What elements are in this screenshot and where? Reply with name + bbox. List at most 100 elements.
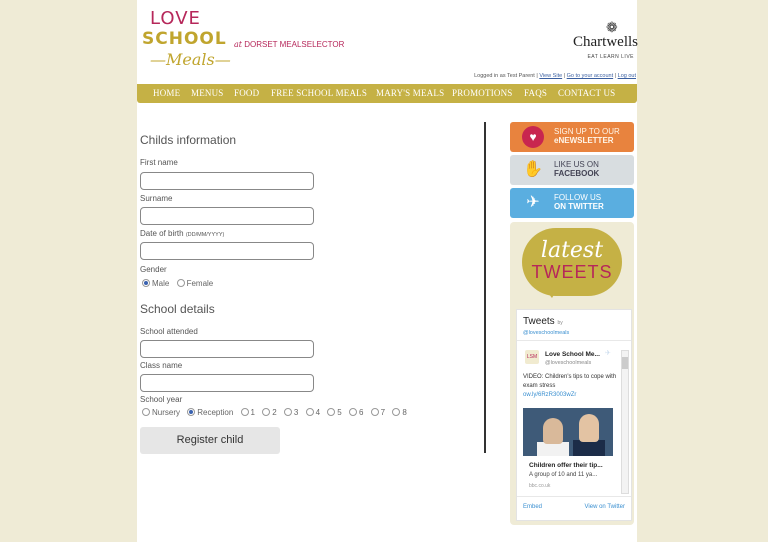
view-on-twitter-link[interactable]: View on Twitter: [585, 504, 625, 510]
at-prefix: at: [234, 40, 242, 49]
year-option-1[interactable]: 1: [240, 408, 255, 417]
logo-line-love: LOVE: [150, 8, 201, 29]
chartwells-tagline: EAT LEARN LIVE: [587, 54, 634, 60]
chartwells-name: Chartwells: [573, 34, 638, 50]
avatar[interactable]: LSM: [525, 350, 539, 364]
widget-divider: [517, 340, 631, 341]
your-account-link[interactable]: Go to your account: [567, 73, 613, 79]
speech-bubble-tail: [544, 288, 558, 298]
newsletter-line2: eNEWSLETTER: [554, 136, 614, 145]
radio-icon: [370, 408, 379, 416]
radio-icon: [240, 408, 249, 416]
school-attended-input[interactable]: [140, 340, 314, 358]
year-label: 2: [272, 408, 277, 417]
site-name-text: DORSET MEALSELECTOR: [244, 40, 345, 49]
twitter-text: FOLLOW US ON TWITTER: [554, 193, 604, 211]
child-info-heading: Childs information: [140, 133, 237, 147]
tweet-link[interactable]: ow.ly/6RzR3003wZr: [523, 392, 576, 398]
first-name-input[interactable]: [140, 172, 314, 190]
widget-title-text: Tweets: [523, 316, 555, 327]
radio-icon: [176, 279, 185, 287]
year-label: 7: [380, 408, 386, 417]
year-option-7[interactable]: 7: [370, 408, 386, 417]
nav-marys-meals[interactable]: MARY'S MEALS: [376, 88, 444, 98]
newsletter-signup-button[interactable]: ♥ SIGN UP TO OUR eNEWSLETTER: [510, 122, 634, 152]
log-out-link[interactable]: Log out: [618, 73, 636, 79]
image-figure-shape: [579, 414, 599, 442]
year-label: Reception: [197, 408, 234, 417]
thumbs-up-icon: ✋: [523, 161, 543, 178]
year-label: 8: [402, 408, 407, 417]
year-label: Nursery: [152, 408, 181, 417]
tweet-image[interactable]: [523, 408, 613, 456]
card-title[interactable]: Children offer their tip...: [529, 462, 603, 469]
school-attended-label: School attended: [140, 327, 198, 336]
year-option-2[interactable]: 2: [262, 408, 277, 417]
nav-promotions[interactable]: PROMOTIONS: [452, 88, 513, 98]
first-name-label: First name: [140, 158, 178, 167]
card-description: A group of 10 and 11 ya...: [529, 472, 598, 478]
card-source: bbc.co.uk: [529, 483, 551, 489]
tweet-author-handle[interactable]: @loveschoolmeals: [545, 360, 591, 366]
class-name-input[interactable]: [140, 374, 314, 392]
year-option-8[interactable]: 8: [392, 408, 407, 417]
year-option-6[interactable]: 6: [348, 408, 363, 417]
year-label: 5: [337, 408, 342, 417]
newsletter-text: SIGN UP TO OUR eNEWSLETTER: [554, 127, 620, 145]
facebook-text: LIKE US ON FACEBOOK: [554, 160, 599, 178]
account-links: Logged in as Test Parent | View Site | G…: [474, 73, 636, 79]
class-name-label: Class name: [140, 361, 183, 370]
year-option-5[interactable]: 5: [327, 408, 342, 417]
widget-scrollbar[interactable]: [621, 350, 629, 494]
radio-selected-icon: [142, 279, 150, 287]
tweet-text: VIDEO: Children's tips to cope with exam…: [523, 374, 617, 389]
main-nav: HOME MENUS FOOD FREE SCHOOL MEALS MARY'S…: [137, 84, 637, 103]
gender-female-label: Female: [186, 279, 214, 288]
radio-icon: [392, 408, 401, 416]
widget-footer-divider: [517, 496, 631, 497]
love-school-meals-logo[interactable]: LOVE SCHOOL —Meals—: [142, 8, 232, 72]
nav-menus[interactable]: MENUS: [191, 88, 224, 98]
nav-home[interactable]: HOME: [153, 88, 180, 98]
nav-faqs[interactable]: FAQS: [524, 88, 547, 98]
school-details-heading: School details: [140, 302, 215, 316]
year-option-reception[interactable]: Reception: [187, 408, 233, 417]
gender-option-male[interactable]: Male: [142, 279, 169, 288]
widget-handle-link[interactable]: @loveschoolmeals: [523, 330, 569, 336]
view-site-link[interactable]: View Site: [539, 73, 562, 79]
column-divider: [484, 122, 486, 453]
gender-male-label: Male: [152, 279, 170, 288]
year-option-nursery[interactable]: Nursery: [142, 408, 180, 417]
nav-contact-us[interactable]: CONTACT US: [558, 88, 615, 98]
gender-label: Gender: [140, 265, 167, 274]
gender-radio-group: Male Female: [142, 279, 218, 288]
year-label: 3: [293, 408, 299, 417]
twitter-follow-button[interactable]: ✈ FOLLOW US ON TWITTER: [510, 188, 634, 218]
nav-food[interactable]: FOOD: [234, 88, 259, 98]
surname-input[interactable]: [140, 207, 314, 225]
surname-label: Surname: [140, 194, 173, 203]
nav-free-school-meals[interactable]: FREE SCHOOL MEALS: [271, 88, 367, 98]
logo-line-school: SCHOOL: [142, 29, 227, 49]
twitter-line2: ON TWITTER: [554, 202, 604, 211]
dob-label-text: Date of birth: [140, 229, 184, 238]
year-option-4[interactable]: 4: [305, 408, 321, 417]
year-option-3[interactable]: 3: [283, 408, 299, 417]
dob-hint: (DD/MM/YYYY): [185, 232, 225, 238]
register-child-button[interactable]: Register child: [140, 427, 280, 454]
facebook-like-button[interactable]: ✋ LIKE US ON FACEBOOK: [510, 155, 634, 185]
logo-line-meals: —Meals—: [150, 50, 231, 69]
gender-option-female[interactable]: Female: [176, 279, 214, 288]
scrollbar-thumb[interactable]: [622, 357, 628, 369]
embed-link[interactable]: Embed: [523, 504, 542, 510]
site-name: at DORSET MEALSELECTOR: [234, 40, 344, 49]
twitter-line1: FOLLOW US: [554, 193, 602, 202]
facebook-line2: FACEBOOK: [554, 169, 600, 178]
tweet-author-name[interactable]: Love School Me...: [545, 351, 600, 358]
newsletter-line1: SIGN UP TO OUR: [554, 127, 620, 136]
image-figure-shape: [543, 418, 563, 444]
year-label: 4: [315, 408, 321, 417]
radio-icon: [305, 408, 314, 416]
twitter-timeline-widget: Tweets by @loveschoolmeals LSM Love Scho…: [516, 309, 632, 521]
dob-input[interactable]: [140, 242, 314, 260]
